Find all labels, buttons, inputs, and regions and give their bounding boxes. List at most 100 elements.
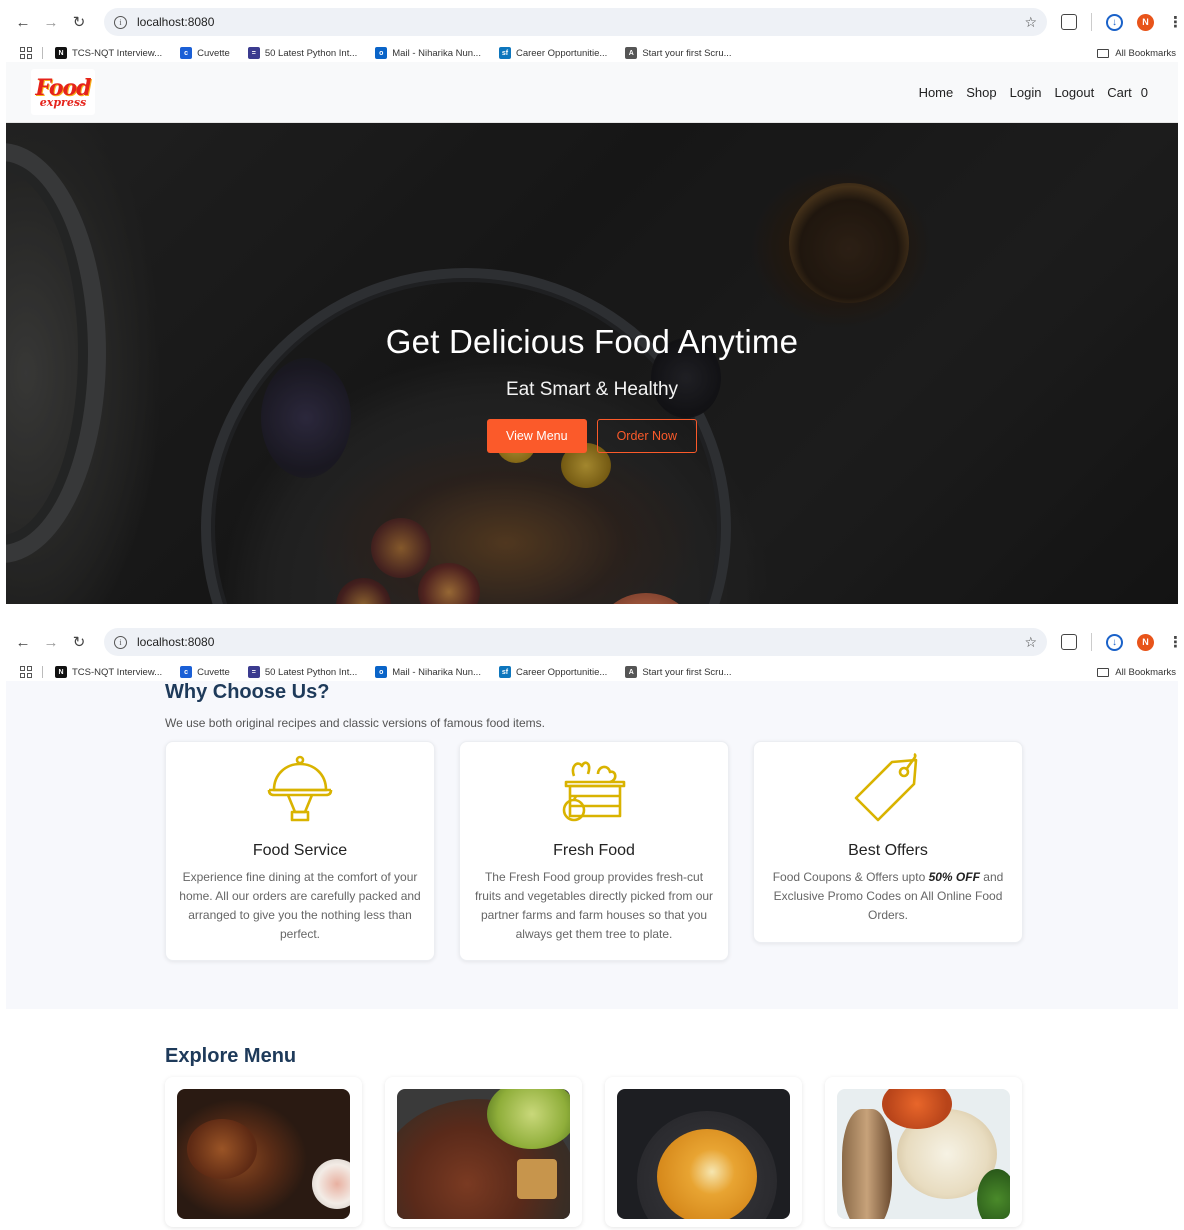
logo-bottom-text: express (39, 95, 87, 109)
profile-avatar[interactable]: N (1137, 633, 1154, 651)
browser-actions: ↓ N ⋮ (1061, 13, 1183, 31)
toolbar-divider (1091, 633, 1092, 651)
feature-text: Experience fine dining at the comfort of… (179, 870, 421, 941)
notion-icon: N (55, 666, 67, 678)
bookmark-label: TCS-NQT Interview... (72, 666, 163, 678)
cuvette-icon: c (180, 666, 193, 678)
folder-icon (1097, 667, 1110, 677)
fresh-basket-icon (472, 752, 716, 824)
menu-kebab-icon[interactable]: ⋮ (1168, 13, 1183, 31)
bookmark-item[interactable]: sf Career Opportunitie... (498, 666, 607, 678)
bookmark-label: Cuvette (197, 666, 230, 678)
menu-card[interactable] (605, 1077, 802, 1227)
url-text[interactable]: localhost:8080 (137, 635, 1024, 649)
reload-icon[interactable]: ↻ (68, 631, 90, 653)
why-title: Why Choose Us? (165, 681, 330, 703)
nav-logout[interactable]: Logout (1054, 85, 1094, 100)
bookmark-label: Career Opportunitie... (515, 47, 608, 59)
forward-icon[interactable]: → (40, 11, 62, 33)
bookmark-label: Start your first Scru... (642, 666, 732, 678)
nav-shop[interactable]: Shop (966, 85, 996, 100)
why-choose-us-section: Why Choose Us? We use both original reci… (6, 681, 1178, 1009)
bookmark-item[interactable]: c Cuvette (180, 666, 230, 678)
outlook-icon: o (375, 47, 388, 59)
apps-grid-icon[interactable] (20, 666, 32, 678)
address-bar[interactable]: i localhost:8080 ☆ (104, 8, 1047, 36)
download-icon[interactable]: ↓ (1106, 633, 1123, 651)
menu-item-image (177, 1089, 350, 1219)
all-bookmarks[interactable]: All Bookmarks (1097, 667, 1176, 678)
back-icon[interactable]: ← (12, 11, 34, 33)
toolbar-divider (1091, 13, 1092, 31)
forward-icon[interactable]: → (40, 631, 62, 653)
bookmark-item[interactable]: o Mail - Niharika Nun... (375, 666, 481, 678)
cuvette-icon: c (180, 47, 193, 59)
download-icon[interactable]: ↓ (1106, 13, 1123, 31)
bookmark-item[interactable]: = 50 Latest Python Int... (247, 666, 358, 678)
food-bowl (312, 1159, 350, 1209)
url-text[interactable]: localhost:8080 (137, 15, 1024, 29)
view-menu-button[interactable]: View Menu (486, 419, 587, 453)
bookmarks-divider (42, 666, 43, 678)
bookmark-label: 50 Latest Python Int... (264, 666, 358, 678)
folder-icon (1097, 48, 1110, 58)
feature-title: Best Offers (848, 842, 928, 859)
nav-login[interactable]: Login (1010, 85, 1042, 100)
bookmark-item[interactable]: c Cuvette (180, 47, 230, 59)
hero-actions: View Menu Order Now (6, 419, 1178, 453)
bookmark-item[interactable]: = 50 Latest Python Int... (247, 47, 358, 59)
food-piece (187, 1119, 257, 1179)
bookmark-item[interactable]: sf Career Opportunitie... (498, 47, 608, 59)
menu-kebab-icon[interactable]: ⋮ (1168, 633, 1183, 651)
food-soup (657, 1129, 757, 1219)
feature-text: Food Coupons & Offers upto 50% OFF and E… (766, 868, 1010, 925)
site-icon: = (247, 47, 260, 59)
bookmark-label: TCS-NQT Interview... (72, 47, 163, 59)
address-bar[interactable]: i localhost:8080 ☆ (104, 628, 1047, 656)
all-bookmarks[interactable]: All Bookmarks (1097, 48, 1176, 59)
menu-item-image (837, 1089, 1010, 1219)
feature-text-part: Food Coupons & Offers upto (772, 870, 929, 884)
hero-subtitle: Eat Smart & Healthy (505, 379, 679, 400)
why-subtitle: We use both original recipes and classic… (165, 716, 545, 730)
bookmark-label: 50 Latest Python Int... (264, 47, 358, 59)
bookmark-item[interactable]: N TCS-NQT Interview... (55, 666, 162, 678)
bookmarks-bar: N TCS-NQT Interview... c Cuvette = 50 Lates… (0, 44, 1184, 62)
back-icon[interactable]: ← (12, 631, 34, 653)
extensions-icon[interactable] (1061, 634, 1077, 650)
profile-avatar[interactable]: N (1137, 13, 1154, 31)
all-bookmarks-label: All Bookmarks (1115, 666, 1176, 678)
nav-cart[interactable]: Cart (1107, 85, 1132, 100)
bookmark-item[interactable]: N TCS-NQT Interview... (55, 47, 162, 59)
reload-icon[interactable]: ↻ (68, 11, 90, 33)
menu-card[interactable] (165, 1077, 362, 1227)
site-info-icon[interactable]: i (114, 15, 127, 29)
food-tofu (517, 1159, 557, 1199)
site-info-icon[interactable]: i (114, 635, 127, 649)
extensions-icon[interactable] (1061, 14, 1077, 30)
menu-card[interactable] (385, 1077, 582, 1227)
apps-grid-icon[interactable] (20, 47, 32, 59)
site-logo[interactable]: Food express (31, 69, 95, 115)
outlook-icon: o (375, 666, 388, 678)
scrum-icon: A (625, 666, 638, 678)
bookmark-item[interactable]: A Start your first Scru... (625, 47, 732, 59)
notion-icon: N (55, 47, 67, 59)
bookmark-star-icon[interactable]: ☆ (1024, 14, 1037, 31)
offer-highlight: 50% OFF (928, 870, 980, 884)
bookmark-star-icon[interactable]: ☆ (1024, 634, 1037, 651)
menu-card[interactable] (825, 1077, 1022, 1227)
bookmark-item[interactable]: o Mail - Niharika Nun... (375, 47, 481, 59)
bookmark-label: Cuvette (197, 47, 230, 59)
site-nav: Home Shop Login Logout Cart 0 (919, 85, 1148, 100)
sf-icon: sf (498, 47, 511, 59)
bookmark-label: Mail - Niharika Nun... (392, 666, 481, 678)
nav-home[interactable]: Home (919, 85, 954, 100)
order-now-button[interactable]: Order Now (596, 419, 698, 453)
bookmark-item[interactable]: A Start your first Scru... (625, 666, 732, 678)
site-icon: = (247, 666, 260, 678)
browser-toolbar: ← → ↻ i localhost:8080 ☆ ↓ N ⋮ (0, 621, 1184, 663)
cart-count: 0 (1140, 84, 1148, 100)
menu-item-image (617, 1089, 790, 1219)
feature-card-food-service: Food Service Experience fine dining at t… (165, 741, 435, 961)
